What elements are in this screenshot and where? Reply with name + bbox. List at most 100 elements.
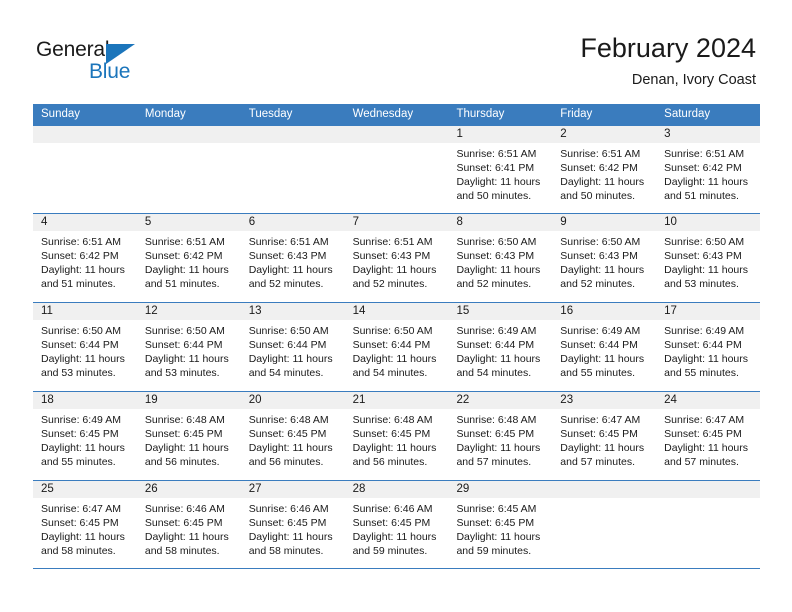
day-detail-line: Sunrise: 6:51 AM (352, 236, 433, 248)
day-detail-line: and 57 minutes. (560, 456, 636, 469)
day-number: 24 (656, 392, 761, 409)
day-detail-line: Sunset: 6:45 PM (41, 517, 119, 530)
day-detail-line: Daylight: 11 hours (352, 264, 437, 277)
day-details: Sunrise: 6:47 AM Sunset: 6:45 PM Daylight:… (656, 409, 760, 469)
day-detail-line: Daylight: 11 hours (560, 264, 645, 277)
day-details: Sunrise: 6:46 AM Sunset: 6:45 PM Daylight:… (345, 498, 449, 558)
calendar-day-cell-empty (344, 126, 449, 213)
day-details (552, 498, 656, 502)
day-detail-line: Sunrise: 6:47 AM (664, 414, 745, 426)
calendar-page: General Blue February 2024 Denan, Ivory … (0, 0, 792, 612)
calendar-day-cell[interactable]: 29 Sunrise: 6:45 AM Sunset: 6:45 PM Dayligh… (448, 481, 553, 568)
calendar-day-cell[interactable]: 27 Sunrise: 6:46 AM Sunset: 6:45 PM Dayligh… (240, 481, 345, 568)
calendar-day-cell[interactable]: 17 Sunrise: 6:49 AM Sunset: 6:44 PM Dayligh… (656, 303, 761, 391)
day-number (344, 126, 449, 143)
day-detail-line: Daylight: 11 hours (664, 442, 749, 455)
calendar-day-cell[interactable]: 16 Sunrise: 6:49 AM Sunset: 6:44 PM Dayligh… (552, 303, 657, 391)
day-header-saturday: Saturday (664, 108, 711, 120)
calendar-day-cell[interactable]: 1 Sunrise: 6:51 AM Sunset: 6:41 PM Daylight… (448, 126, 553, 213)
calendar-day-cell[interactable]: 9 Sunrise: 6:50 AM Sunset: 6:43 PM Daylight… (552, 214, 657, 302)
page-subtitle: Denan, Ivory Coast (631, 72, 756, 88)
day-details: Sunrise: 6:50 AM Sunset: 6:44 PM Daylight:… (137, 320, 241, 380)
calendar-week-row: 4 Sunrise: 6:51 AM Sunset: 6:42 PM Daylight… (33, 213, 761, 302)
calendar-day-cell[interactable]: 2 Sunrise: 6:51 AM Sunset: 6:42 PM Daylight… (552, 126, 657, 213)
day-number: 27 (240, 481, 345, 498)
day-detail-line: Sunrise: 6:51 AM (144, 236, 225, 248)
day-details: Sunrise: 6:48 AM Sunset: 6:45 PM Daylight:… (448, 409, 552, 469)
day-detail-line: Daylight: 11 hours (352, 531, 437, 544)
day-detail-line: and 58 minutes. (41, 545, 116, 558)
calendar-day-cell[interactable]: 20 Sunrise: 6:48 AM Sunset: 6:45 PM Dayligh… (240, 392, 345, 480)
day-detail-line: Sunset: 6:45 PM (456, 428, 535, 441)
calendar-day-cell[interactable]: 24 Sunrise: 6:47 AM Sunset: 6:45 PM Dayligh… (656, 392, 761, 480)
day-number: 15 (448, 303, 553, 320)
calendar-day-cell[interactable]: 22 Sunrise: 6:48 AM Sunset: 6:45 PM Dayligh… (448, 392, 553, 480)
day-detail-line: Daylight: 11 hours (560, 176, 645, 189)
general-blue-logo[interactable]: General Blue (36, 38, 156, 86)
day-number: 1 (448, 126, 553, 143)
calendar-day-cell[interactable]: 14 Sunrise: 6:50 AM Sunset: 6:44 PM Dayligh… (344, 303, 449, 391)
day-number: 10 (656, 214, 761, 231)
day-detail-line: Daylight: 11 hours (41, 264, 125, 277)
day-detail-line: Sunset: 6:44 PM (560, 339, 638, 352)
day-detail-line: Sunrise: 6:51 AM (41, 236, 121, 248)
day-detail-line: Sunset: 6:45 PM (41, 428, 119, 441)
day-detail-line: Sunset: 6:44 PM (41, 339, 119, 352)
day-detail-line: Sunrise: 6:51 AM (664, 148, 745, 160)
calendar-day-cell[interactable]: 3 Sunrise: 6:51 AM Sunset: 6:42 PM Daylight… (656, 126, 761, 213)
day-detail-line: Daylight: 11 hours (144, 353, 229, 366)
calendar-week-row: 18 Sunrise: 6:49 AM Sunset: 6:45 PM Dayligh… (33, 391, 761, 480)
day-detail-line: Sunrise: 6:49 AM (560, 325, 641, 337)
day-detail-line: and 55 minutes. (664, 367, 739, 380)
day-details: Sunrise: 6:51 AM Sunset: 6:43 PM Daylight:… (345, 231, 449, 291)
day-detail-line: Sunrise: 6:50 AM (352, 325, 433, 337)
calendar-day-cell[interactable]: 21 Sunrise: 6:48 AM Sunset: 6:45 PM Dayligh… (344, 392, 449, 480)
day-number: 21 (344, 392, 449, 409)
logo-text-blue: Blue (89, 60, 131, 83)
calendar-day-cell[interactable]: 10 Sunrise: 6:50 AM Sunset: 6:43 PM Dayligh… (656, 214, 761, 302)
day-detail-line: and 57 minutes. (664, 456, 739, 469)
day-detail-line: Sunrise: 6:48 AM (248, 414, 329, 426)
calendar-day-cell-empty (240, 126, 345, 213)
day-details: Sunrise: 6:51 AM Sunset: 6:42 PM Daylight:… (656, 143, 760, 203)
calendar-day-cell[interactable]: 8 Sunrise: 6:50 AM Sunset: 6:43 PM Daylight… (448, 214, 553, 302)
day-detail-line: Sunrise: 6:47 AM (41, 503, 121, 515)
day-detail-line: Sunrise: 6:45 AM (456, 503, 537, 515)
day-detail-line: and 51 minutes. (41, 278, 116, 291)
calendar-day-cell[interactable]: 26 Sunrise: 6:46 AM Sunset: 6:45 PM Dayligh… (136, 481, 241, 568)
day-detail-line: Sunrise: 6:46 AM (352, 503, 433, 515)
day-detail-line: Daylight: 11 hours (248, 353, 333, 366)
calendar-day-cell[interactable]: 19 Sunrise: 6:48 AM Sunset: 6:45 PM Dayligh… (136, 392, 241, 480)
day-number: 19 (136, 392, 241, 409)
calendar-day-cell[interactable]: 7 Sunrise: 6:51 AM Sunset: 6:43 PM Daylight… (344, 214, 449, 302)
day-detail-line: and 54 minutes. (456, 367, 532, 380)
calendar-weeks: 1 Sunrise: 6:51 AM Sunset: 6:41 PM Daylight… (33, 125, 761, 569)
calendar-day-cell[interactable]: 23 Sunrise: 6:47 AM Sunset: 6:45 PM Dayligh… (552, 392, 657, 480)
day-detail-line: Sunset: 6:43 PM (456, 250, 535, 263)
calendar-day-cell[interactable]: 25 Sunrise: 6:47 AM Sunset: 6:45 PM Dayligh… (33, 481, 137, 568)
day-detail-line: Sunrise: 6:46 AM (248, 503, 329, 515)
day-header-wednesday: Wednesday (352, 108, 414, 120)
calendar-day-cell[interactable]: 5 Sunrise: 6:51 AM Sunset: 6:42 PM Daylight… (136, 214, 241, 302)
calendar-day-cell[interactable]: 11 Sunrise: 6:50 AM Sunset: 6:44 PM Dayligh… (33, 303, 137, 391)
calendar-day-cell-empty (552, 481, 657, 568)
day-detail-line: and 52 minutes. (352, 278, 428, 291)
calendar-day-cell[interactable]: 4 Sunrise: 6:51 AM Sunset: 6:42 PM Daylight… (33, 214, 137, 302)
calendar-day-cell[interactable]: 12 Sunrise: 6:50 AM Sunset: 6:44 PM Dayligh… (136, 303, 241, 391)
day-detail-line: Daylight: 11 hours (560, 442, 645, 455)
day-detail-line: and 52 minutes. (560, 278, 636, 291)
day-details: Sunrise: 6:50 AM Sunset: 6:44 PM Daylight:… (345, 320, 449, 380)
calendar-day-cell[interactable]: 13 Sunrise: 6:50 AM Sunset: 6:44 PM Dayligh… (240, 303, 345, 391)
day-number: 13 (240, 303, 345, 320)
calendar-day-cell[interactable]: 28 Sunrise: 6:46 AM Sunset: 6:45 PM Dayligh… (344, 481, 449, 568)
day-number: 22 (448, 392, 553, 409)
day-detail-line: Sunset: 6:42 PM (664, 162, 742, 175)
day-number (33, 126, 137, 143)
day-number: 7 (344, 214, 449, 231)
calendar-day-cell[interactable]: 15 Sunrise: 6:49 AM Sunset: 6:44 PM Dayligh… (448, 303, 553, 391)
day-detail-line: Daylight: 11 hours (456, 176, 541, 189)
day-details: Sunrise: 6:50 AM Sunset: 6:43 PM Daylight:… (656, 231, 760, 291)
calendar-day-cell[interactable]: 18 Sunrise: 6:49 AM Sunset: 6:45 PM Dayligh… (33, 392, 137, 480)
day-of-week-header-row: Sunday Monday Tuesday Wednesday Thursday Frid… (33, 104, 760, 125)
calendar-day-cell[interactable]: 6 Sunrise: 6:51 AM Sunset: 6:43 PM Daylight… (240, 214, 345, 302)
